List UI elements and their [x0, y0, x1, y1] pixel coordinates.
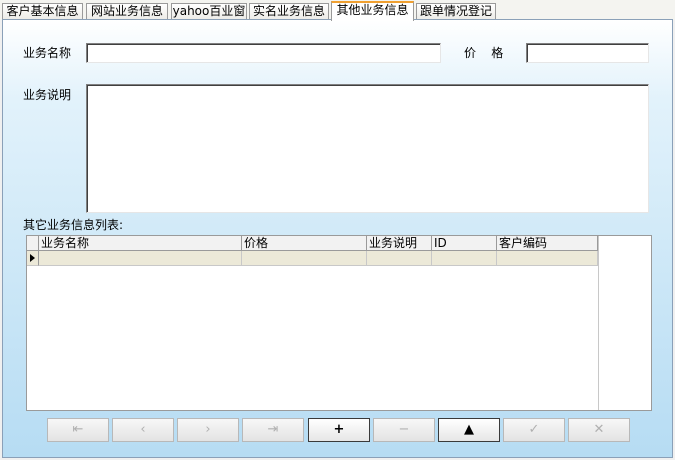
business-name-input[interactable] — [86, 43, 441, 63]
current-row-indicator-icon — [27, 251, 39, 266]
plus-icon: + — [333, 422, 345, 437]
other-business-grid[interactable]: 业务名称 价格 业务说明 ID 客户编码 — [26, 235, 652, 411]
business-name-label: 业务名称 — [23, 46, 72, 60]
tab-other-business-info[interactable]: 其他业务信息 — [331, 1, 414, 21]
tab-panel: 业务名称 价 格 业务说明 其它业务信息列表: 业务名称 价格 业务说明 ID … — [2, 19, 673, 458]
edit-up-icon: ▲ — [464, 422, 474, 437]
tab-realname-business-info[interactable]: 实名业务信息 — [249, 3, 329, 20]
prior-record-button[interactable]: ‹ — [112, 418, 174, 442]
db-navigator: ⇤ ‹ › ⇥ + − ▲ ✓ ✕ — [47, 418, 635, 444]
post-record-button[interactable]: ✓ — [503, 418, 565, 442]
cell-id[interactable] — [432, 251, 497, 265]
business-description-textarea[interactable] — [86, 84, 649, 213]
price-input[interactable] — [526, 43, 649, 63]
table-row[interactable] — [39, 251, 598, 266]
other-business-list-title: 其它业务信息列表: — [23, 218, 124, 232]
cancel-record-button[interactable]: ✕ — [568, 418, 630, 442]
business-description-label: 业务说明 — [23, 88, 72, 102]
grid-header-indicator — [27, 236, 39, 251]
last-record-button[interactable]: ⇥ — [242, 418, 304, 442]
column-header-business-name[interactable]: 业务名称 — [39, 236, 242, 251]
last-icon: ⇥ — [267, 422, 279, 437]
cell-business-name[interactable] — [39, 251, 242, 265]
tab-strip: 客户基本信息 网站业务信息 yahoo百业窗 实名业务信息 其他业务信息 跟单情… — [0, 0, 675, 21]
next-icon: › — [205, 422, 211, 437]
tab-customer-basic-info[interactable]: 客户基本信息 — [2, 3, 83, 20]
grid-header: 业务名称 价格 业务说明 ID 客户编码 — [27, 236, 598, 251]
grid-empty-area — [598, 236, 651, 410]
minus-icon: − — [398, 422, 410, 437]
next-record-button[interactable]: › — [177, 418, 239, 442]
insert-record-button[interactable]: + — [308, 418, 370, 442]
first-icon: ⇤ — [72, 422, 84, 437]
tab-follow-up-registration[interactable]: 跟单情况登记 — [416, 3, 496, 20]
column-header-business-description[interactable]: 业务说明 — [367, 236, 432, 251]
cell-business-description[interactable] — [367, 251, 432, 265]
delete-record-button[interactable]: − — [373, 418, 435, 442]
tab-yahoo-baiye[interactable]: yahoo百业窗 — [171, 3, 247, 20]
prior-icon: ‹ — [140, 422, 146, 437]
cell-price[interactable] — [242, 251, 367, 265]
tab-website-business-info[interactable]: 网站业务信息 — [86, 3, 168, 20]
price-label: 价 格 — [464, 46, 504, 60]
checkmark-icon: ✓ — [528, 422, 540, 437]
column-header-id[interactable]: ID — [432, 236, 497, 251]
first-record-button[interactable]: ⇤ — [47, 418, 109, 442]
column-header-price[interactable]: 价格 — [242, 236, 367, 251]
column-header-customer-code[interactable]: 客户编码 — [497, 236, 598, 251]
cell-customer-code[interactable] — [497, 251, 598, 265]
edit-record-button[interactable]: ▲ — [438, 418, 500, 442]
cross-icon: ✕ — [593, 422, 605, 437]
